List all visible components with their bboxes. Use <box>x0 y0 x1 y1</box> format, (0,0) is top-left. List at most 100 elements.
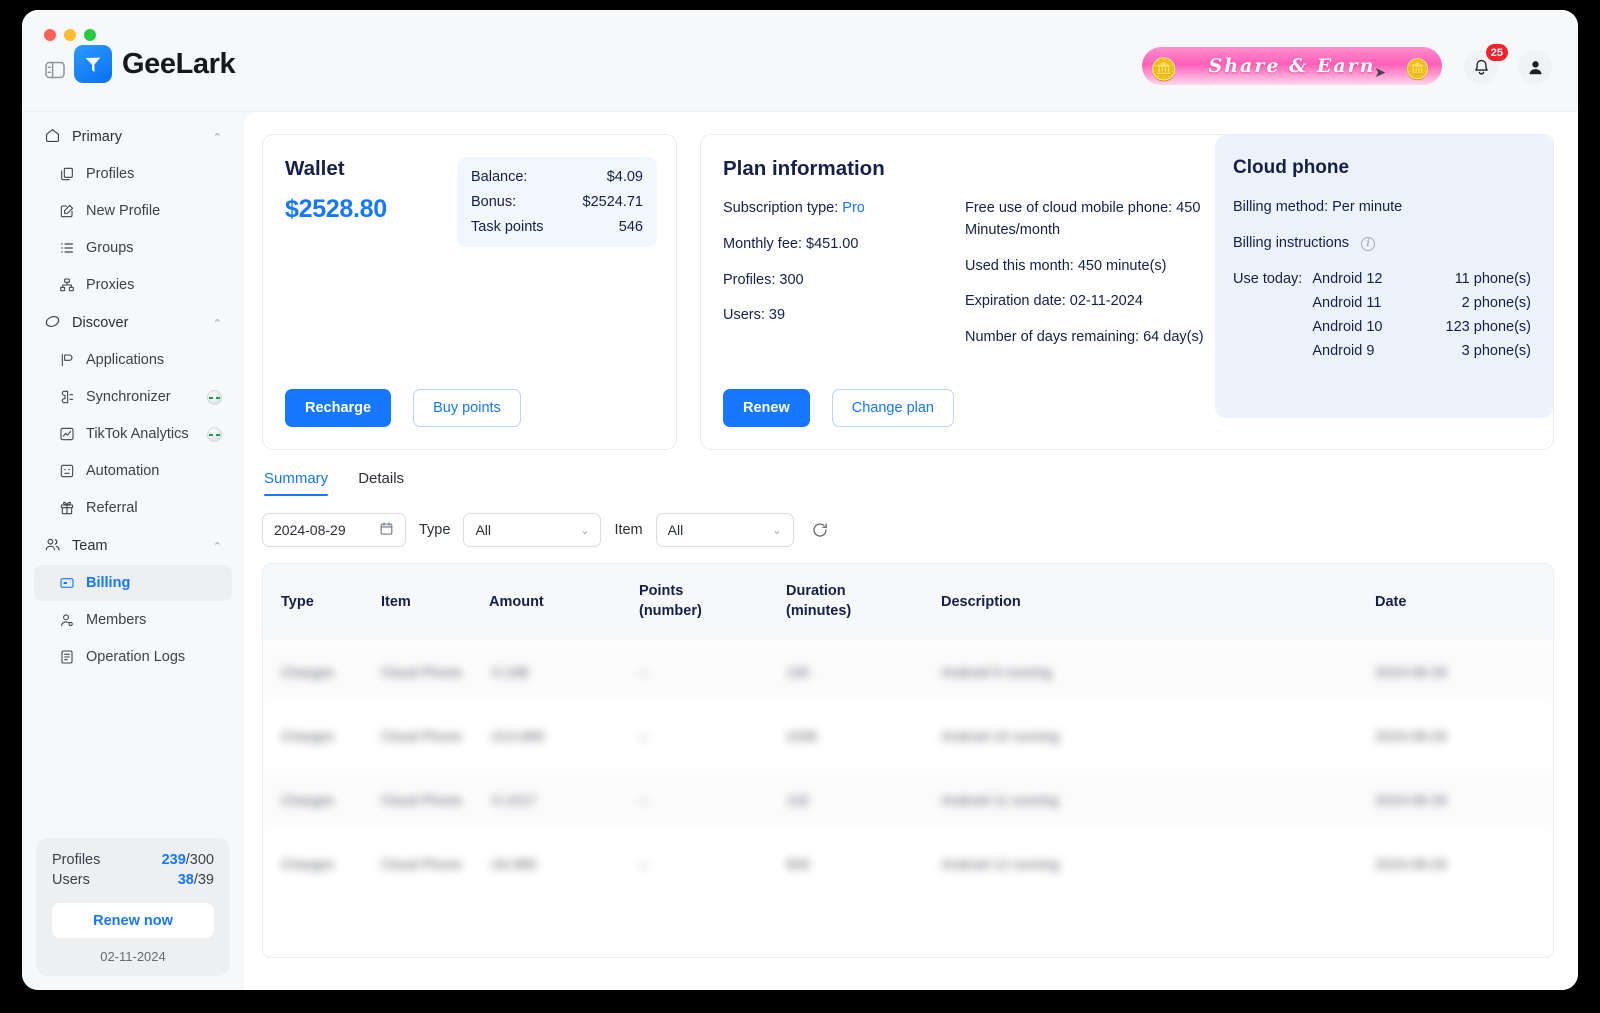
cell-date: 2024-08-29 <box>1375 728 1447 744</box>
gift-icon <box>58 500 75 516</box>
proxies-icon <box>58 277 75 293</box>
buy-points-button[interactable]: Buy points <box>413 389 521 427</box>
column-header-duration-line1: Duration <box>786 583 846 600</box>
sidebar-item-referral[interactable]: Referral <box>34 490 232 526</box>
sidebar: Primary ⌃ Profiles New Profile Groups Pr… <box>22 112 244 990</box>
sidebar-item-applications[interactable]: Applications <box>34 342 232 378</box>
cell-item: Cloud Phone <box>381 855 462 872</box>
sidebar-item-groups[interactable]: Groups <box>34 230 232 266</box>
table-row[interactable]: Charges Cloud Phone -0.1017 -- 132 Andro… <box>263 768 1553 832</box>
sidebar-item-operation-logs[interactable]: Operation Logs <box>34 639 232 675</box>
home-icon <box>44 127 61 148</box>
chevron-down-icon: ⌄ <box>580 524 590 537</box>
plan-subscription-type: Subscription type: Pro <box>723 198 965 220</box>
plan-expiration-date: Expiration date: 02-11-2024 <box>965 293 1143 310</box>
cell-amount: -0.188 <box>489 664 529 680</box>
cloud-billing-method: Billing method: Per minute <box>1233 199 1403 215</box>
sidebar-group-discover[interactable]: Discover ⌃ <box>34 304 232 342</box>
cloud-os-name: Android 10 <box>1312 319 1383 335</box>
profiles-icon <box>58 166 75 182</box>
sidebar-item-members[interactable]: Members <box>34 602 232 638</box>
cloud-use-today: Use today: Android 12 11 phone(s) Androi… <box>1233 271 1531 367</box>
user-avatar-icon[interactable] <box>1518 50 1552 84</box>
date-picker[interactable]: 2024-08-29 <box>262 513 406 547</box>
cell-amount: -013.880 <box>489 728 545 744</box>
share-and-earn-banner[interactable]: 🪙 Share & Earn ➤ 🪙 <box>1142 47 1442 85</box>
cell-amount: -0.1017 <box>489 792 537 808</box>
cell-item: Cloud Phone <box>381 663 462 680</box>
minimize-window-button[interactable] <box>64 29 76 41</box>
cloud-os-name: Android 12 <box>1312 271 1383 287</box>
table-row[interactable]: Charges Cloud Phone -04.980 -- 909 Andro… <box>263 832 1553 896</box>
info-circle-icon[interactable]: i <box>1361 236 1376 251</box>
analytics-icon <box>58 426 75 442</box>
table-row[interactable]: Charges Cloud Phone -013.880 -- 1006 And… <box>263 704 1553 768</box>
window-controls <box>44 29 96 41</box>
plan-free-use: Free use of cloud mobile phone: 450 Minu… <box>965 200 1201 238</box>
change-plan-button[interactable]: Change plan <box>831 389 954 427</box>
team-icon <box>44 536 61 557</box>
sidebar-item-automation[interactable]: Automation <box>34 453 232 489</box>
type-select-value: All <box>475 522 491 538</box>
sidebar-item-proxies[interactable]: Proxies <box>34 267 232 303</box>
table-row[interactable]: Charges Cloud Phone -0.188 -- 130 Androi… <box>263 640 1553 704</box>
main-content: Wallet $2528.80 Balance: $4.09 Bonus: $2… <box>244 112 1578 990</box>
recharge-button[interactable]: Recharge <box>285 389 392 427</box>
billing-tabs: Summary Details <box>262 470 1554 496</box>
cell-date: 2024-08-29 <box>1375 664 1447 680</box>
status-badge <box>207 426 222 442</box>
wallet-card: Wallet $2528.80 Balance: $4.09 Bonus: $2… <box>262 134 677 450</box>
sidebar-item-label: TikTok Analytics <box>86 426 189 442</box>
plan-days-remaining: Number of days remaining: 64 day(s) <box>965 329 1204 345</box>
stat-label: Task points <box>471 219 544 235</box>
notification-badge: 25 <box>1485 44 1508 61</box>
column-header-points: Points (number) <box>639 582 786 621</box>
sidebar-item-tiktok-analytics[interactable]: TikTok Analytics <box>34 416 232 452</box>
wallet-stat-task-points: Task points 546 <box>471 219 643 235</box>
chevron-down-icon: ⌄ <box>772 524 782 537</box>
column-header-duration: Duration (minutes) <box>786 582 941 621</box>
geelark-logo-icon <box>74 45 112 83</box>
sidebar-item-label: Groups <box>86 240 134 256</box>
sidebar-item-label: Automation <box>86 463 160 479</box>
renew-button[interactable]: Renew <box>723 389 810 427</box>
calendar-icon <box>379 521 394 539</box>
table-header-row: Type Item Amount Points (number) Duratio… <box>263 564 1553 640</box>
quota-total: /300 <box>185 852 214 868</box>
wallet-stat-balance: Balance: $4.09 <box>471 169 643 185</box>
tab-summary[interactable]: Summary <box>264 470 329 496</box>
cloud-os-count: 11 phone(s) <box>1454 271 1531 287</box>
type-filter-label: Type <box>419 522 451 538</box>
cell-type: Charges <box>281 792 334 808</box>
quota-row-users: Users 38/39 <box>52 872 214 888</box>
sidebar-item-billing[interactable]: Billing <box>34 565 232 601</box>
maximize-window-button[interactable] <box>84 29 96 41</box>
sidebar-quota-panel: Profiles 239/300 Users 38/39 Renew now 0… <box>36 838 230 976</box>
sidebar-item-profiles[interactable]: Profiles <box>34 156 232 192</box>
cloud-use-today-label: Use today: <box>1233 271 1303 287</box>
renew-now-button[interactable]: Renew now <box>52 903 214 938</box>
quota-used: 38 <box>177 872 194 888</box>
tab-details[interactable]: Details <box>358 470 404 496</box>
quota-label: Users <box>52 872 90 888</box>
sidebar-item-label: Proxies <box>86 277 135 293</box>
cell-points: -- <box>639 728 649 744</box>
cell-description: Android 9 running <box>941 664 1052 680</box>
sidebar-item-new-profile[interactable]: New Profile <box>34 193 232 229</box>
sidebar-item-label: Applications <box>86 352 165 368</box>
chevron-up-icon: ⌃ <box>212 540 222 553</box>
type-select[interactable]: All ⌄ <box>463 513 602 547</box>
cloud-phone-title: Cloud phone <box>1233 157 1350 178</box>
new-profile-icon <box>58 203 75 219</box>
cloud-phone-card: Cloud phone Billing method: Per minute B… <box>1215 135 1553 418</box>
sidebar-group-team[interactable]: Team ⌃ <box>34 527 232 565</box>
close-window-button[interactable] <box>44 29 56 41</box>
sidebar-toggle-icon[interactable] <box>40 56 70 84</box>
cell-points: -- <box>639 792 649 808</box>
sidebar-item-synchronizer[interactable]: Synchronizer <box>34 379 232 415</box>
sidebar-group-primary[interactable]: Primary ⌃ <box>34 118 232 156</box>
plan-profiles: Profiles: 300 <box>723 271 804 288</box>
refresh-icon[interactable] <box>807 517 833 543</box>
list-item: Android 10 123 phone(s) <box>1312 319 1531 335</box>
item-select[interactable]: All ⌄ <box>655 513 794 547</box>
